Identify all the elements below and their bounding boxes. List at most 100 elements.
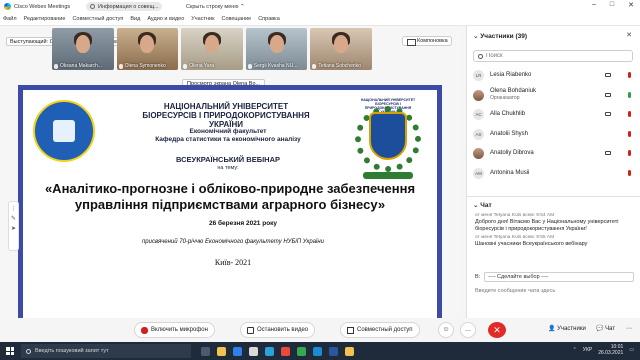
mic-icon [247, 63, 252, 69]
search-input[interactable] [486, 53, 616, 59]
video-thumbnails: Oksana Makarch... Olena Symonenko Olena … [52, 28, 372, 70]
unmute-button[interactable]: Включить микрофон [134, 322, 215, 338]
menu-audio-video[interactable]: Аудио и видео [147, 16, 184, 22]
microphone-muted-icon[interactable] [628, 169, 631, 176]
video-thumbnail[interactable]: Olena Yara [181, 28, 243, 70]
leave-meeting-button[interactable]: ✕ [488, 322, 506, 338]
thumbnail-name: Sergii Kvasha NU... [253, 63, 298, 69]
layout-button[interactable]: Компоновка [402, 36, 452, 46]
minimize-icon[interactable]: – [592, 1, 596, 9]
participant-name: Anatolii Shysh [490, 130, 529, 137]
share-button[interactable]: Совместный доступ [340, 322, 420, 338]
participant-row[interactable]: AM Antonina Musii [473, 164, 637, 184]
close-icon[interactable]: ✕ [628, 1, 634, 9]
chat-toggle[interactable]: 💬 Чат [596, 325, 615, 332]
participants-list: LR Lesia Riabenko Olena Bohdaniuk Органи… [473, 66, 637, 183]
menu-view[interactable]: Вид [130, 16, 140, 22]
folder-icon[interactable] [345, 346, 354, 356]
menu-share[interactable]: Совместный доступ [72, 16, 123, 22]
hide-menu-bar-label: Скрыть строку меню [186, 3, 239, 10]
participant-row[interactable]: LR Lesia Riabenko [473, 66, 637, 86]
presentation-slide: НАЦІОНАЛЬНИЙ УНІВЕРСИТЕТ БІОРЕСУРСІВ І П… [23, 90, 437, 323]
video-thumbnail[interactable]: Olena Symonenko [116, 28, 179, 70]
word-icon[interactable] [329, 346, 338, 356]
meeting-info-label: Информация о совещ... [98, 3, 159, 10]
task-view-icon[interactable] [201, 346, 210, 356]
menu-participant[interactable]: Участник [191, 16, 214, 22]
app-icon[interactable] [281, 346, 290, 356]
webex-logo-icon [4, 3, 11, 10]
participant-search[interactable] [473, 50, 633, 62]
chat-title[interactable]: ⌄ Чат [473, 201, 492, 209]
participant-name: Alla Chukhlib [490, 111, 526, 118]
annotate-icon[interactable]: ✎ [9, 215, 18, 222]
microphone-muted-icon[interactable] [628, 130, 631, 137]
participant-row[interactable]: AS Anatolii Shysh [473, 125, 637, 145]
participants-toggle[interactable]: 👤 Участники [548, 325, 586, 332]
menu-file[interactable]: Файл [3, 16, 17, 22]
edge-icon[interactable] [233, 346, 242, 356]
notifications-icon[interactable]: ▭ [629, 347, 634, 353]
webex-taskbar-icon[interactable] [313, 346, 322, 356]
shared-screen: НАЦІОНАЛЬНИЙ УНІВЕРСИТЕТ БІОРЕСУРСІВ І П… [18, 85, 442, 328]
meeting-info-button[interactable]: Информация о совещ... [86, 2, 162, 11]
network-icon[interactable]: ⌃ [573, 347, 577, 353]
menu-edit[interactable]: Редактирование [24, 16, 66, 22]
maximize-icon[interactable]: □ [610, 1, 614, 9]
store-icon[interactable] [249, 346, 258, 356]
more-options-button[interactable]: ... [460, 322, 476, 338]
search-icon [26, 348, 31, 354]
microphone-muted-icon[interactable] [628, 72, 631, 78]
avatar: LR [473, 70, 484, 82]
annotation-toolbar[interactable]: ⋮ ✎ ➤ [8, 201, 19, 251]
reactions-button[interactable]: ☺ [438, 322, 454, 338]
slide-faculty: Економічний факультет Кафедра статистики… [155, 128, 301, 143]
chrome-icon[interactable] [297, 346, 306, 356]
mail-icon[interactable] [265, 346, 274, 356]
participant-row[interactable]: Olena Bohdaniuk Организатор [473, 86, 637, 106]
chat-recipient: В: ---- Сделайте выбор ---- [475, 272, 635, 282]
pointer-icon[interactable]: ➤ [9, 225, 18, 232]
language-indicator[interactable]: УКР [583, 347, 592, 353]
stop-video-button[interactable]: Остановить видео [240, 322, 316, 338]
divider[interactable] [467, 196, 640, 197]
app-title: Cisco Webex Meetings [14, 3, 71, 10]
share-screen-icon [347, 326, 354, 334]
participant-role: Организатор [490, 95, 520, 102]
close-icon[interactable]: ✕ [626, 31, 632, 39]
search-icon [478, 53, 483, 59]
microphone-muted-icon[interactable] [628, 150, 631, 156]
microphone-muted-icon[interactable] [628, 111, 631, 117]
start-button[interactable] [3, 344, 17, 358]
avatar: AC [473, 109, 484, 121]
slide-topic: «Аналітико-прогнозне і обліково-природне… [44, 181, 416, 212]
recipient-select[interactable]: ---- Сделайте выбор ---- [484, 272, 635, 282]
meeting-stage: Выступающий: Olena Bohdaniuk (организато… [0, 26, 460, 328]
title-bar: Cisco Webex Meetings Информация о совещ.… [0, 0, 640, 13]
participant-name: Lesia Riabenko [490, 72, 532, 79]
video-thumbnail[interactable]: Tetiana Sobchenko [310, 28, 372, 70]
participant-row[interactable]: Anatoliy Dibrova [473, 144, 637, 164]
microphone-active-icon[interactable] [628, 91, 631, 98]
file-explorer-icon[interactable] [217, 346, 226, 356]
taskbar-search[interactable]: Введіть пошуковий запит тут [21, 344, 191, 358]
thumbnail-name: Olena Symonenko [124, 63, 166, 69]
system-tray: ⌃ УКР 10:01 26.03.2021 ▭ [573, 344, 634, 356]
more-panels-button[interactable]: ⋯ [626, 325, 632, 332]
hide-menu-bar-button[interactable]: Скрыть строку меню ⌃ [186, 2, 245, 11]
participants-title[interactable]: ⌄ Участники (39) [473, 32, 527, 40]
participant-row[interactable]: AC Alla Chukhlib [473, 105, 637, 125]
menu-meeting[interactable]: Совещание [221, 16, 251, 22]
avatar [473, 89, 484, 101]
avatar [473, 148, 484, 160]
participant-name: Anatoliy Dibrova [490, 150, 534, 157]
mic-icon [312, 63, 317, 69]
video-thumbnail[interactable]: Oksana Makarch... [52, 28, 114, 70]
menu-help[interactable]: Справка [258, 16, 280, 22]
microphone-muted-icon [141, 326, 148, 334]
chat-input[interactable]: Введите сообщение чата здесь [475, 288, 633, 294]
slide-webinar-title: ВСЕУКРАЇНСЬКИЙ ВЕБІНАР [175, 155, 280, 164]
clock[interactable]: 10:01 26.03.2021 [598, 344, 623, 356]
video-thumbnail[interactable]: Sergii Kvasha NU... [245, 28, 308, 70]
slide-university: НАЦІОНАЛЬНИЙ УНІВЕРСИТЕТ БІОРЕСУРСІВ І П… [142, 102, 310, 129]
